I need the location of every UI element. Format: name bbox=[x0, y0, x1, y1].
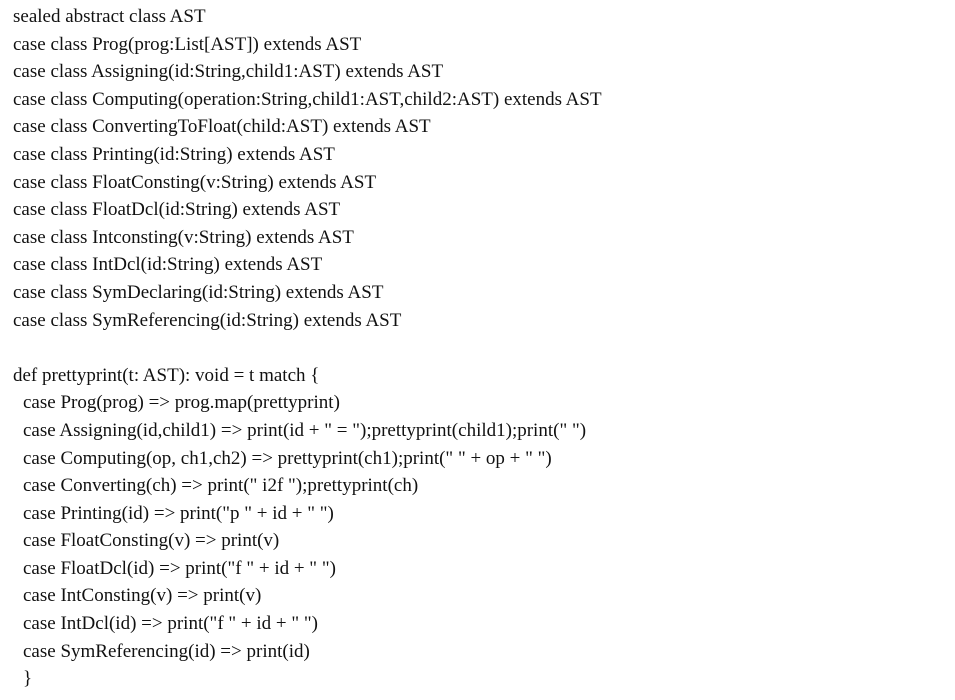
match-case-line: case IntDcl(id) => print("f " + id + " "… bbox=[23, 613, 318, 635]
match-case-line: case FloatDcl(id) => print("f " + id + "… bbox=[23, 557, 336, 579]
match-case-line: case SymReferencing(id) => print(id) bbox=[23, 640, 310, 662]
class-def-line: case class ConvertingToFloat(child:AST) … bbox=[13, 116, 431, 138]
class-def-line: case class Printing(id:String) extends A… bbox=[13, 143, 335, 165]
match-case-line: case Computing(op, ch1,ch2) => prettypri… bbox=[23, 447, 552, 469]
class-def-line: case class FloatConsting(v:String) exten… bbox=[13, 171, 377, 193]
match-case-line: case Printing(id) => print("p " + id + "… bbox=[23, 502, 334, 524]
class-def-line: case class IntDcl(id:String) extends AST bbox=[13, 254, 323, 276]
class-def-line: case class SymReferencing(id:String) ext… bbox=[13, 309, 402, 331]
class-def-line: case class Intconsting(v:String) extends… bbox=[13, 226, 354, 248]
class-def-line: case class FloatDcl(id:String) extends A… bbox=[13, 199, 341, 221]
class-def-line: case class Prog(prog:List[AST]) extends … bbox=[13, 33, 362, 55]
match-case-line: case FloatConsting(v) => print(v) bbox=[23, 530, 280, 552]
match-case-line: case Assigning(id,child1) => print(id + … bbox=[23, 419, 587, 441]
class-def-line: case class Assigning(id:String,child1:AS… bbox=[13, 61, 444, 83]
class-def-line: sealed abstract class AST bbox=[13, 6, 206, 27]
code-listing: sealed abstract class AST case class Pro… bbox=[13, 3, 943, 693]
function-header-line: def prettyprint(t: AST): void = t match … bbox=[13, 364, 320, 386]
class-def-line: case class SymDeclaring(id:String) exten… bbox=[13, 281, 384, 303]
match-case-line: case IntConsting(v) => print(v) bbox=[23, 585, 262, 607]
class-def-line: case class Computing(operation:String,ch… bbox=[13, 88, 602, 110]
match-case-line: case Prog(prog) => prog.map(prettyprint) bbox=[23, 392, 340, 414]
closing-brace-line: } bbox=[23, 668, 33, 690]
match-case-line: case Converting(ch) => print(" i2f ");pr… bbox=[23, 475, 419, 497]
